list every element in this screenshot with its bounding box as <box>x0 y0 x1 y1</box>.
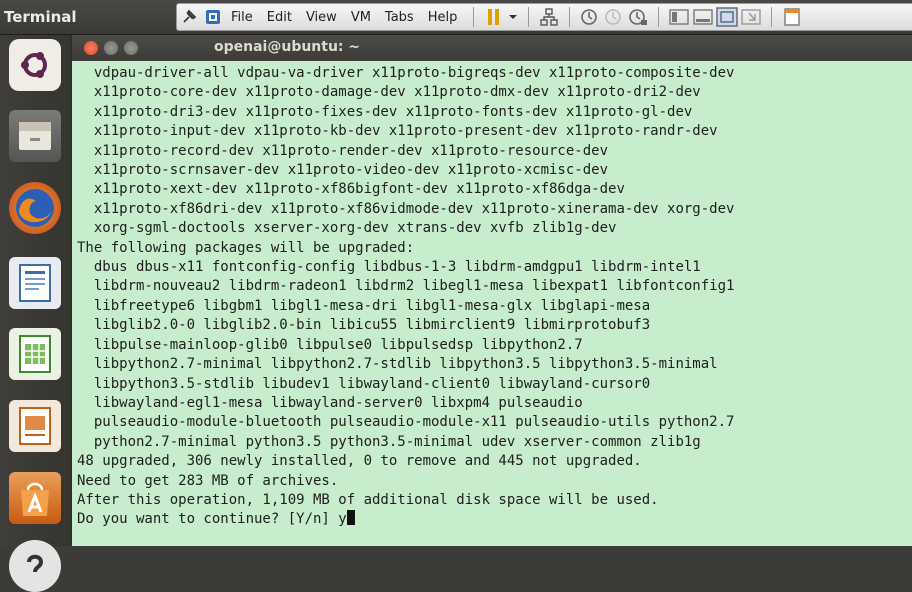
vm-library-icon[interactable] <box>202 6 224 28</box>
fullscreen-icon[interactable] <box>716 6 739 28</box>
terminal-prompt: Do you want to continue? [Y/n] <box>77 511 339 528</box>
toolbar-separator <box>569 7 571 27</box>
terminal-line: 48 upgraded, 306 newly installed, 0 to r… <box>77 453 642 470</box>
terminal-line: x11proto-core-dev x11proto-damage-dev x1… <box>77 84 701 101</box>
help-icon[interactable] <box>9 540 61 592</box>
menu-edit[interactable]: Edit <box>267 10 292 25</box>
console-view-icon[interactable] <box>668 6 690 28</box>
terminal-line: libpython3.5-stdlib libudev1 libwayland-… <box>77 375 651 392</box>
terminal-line: xorg-sgml-doctools xserver-xorg-dev xtra… <box>77 220 617 237</box>
software-center-icon[interactable] <box>9 472 61 524</box>
chevron-down-icon[interactable] <box>507 6 519 28</box>
launcher <box>0 35 72 592</box>
impress-icon[interactable] <box>9 400 61 452</box>
close-icon[interactable] <box>84 41 98 55</box>
toolbar-separator <box>658 7 660 27</box>
terminal-line: libfreetype6 libgbm1 libgl1-mesa-dri lib… <box>77 297 651 314</box>
files-icon[interactable] <box>9 110 61 162</box>
terminal-line: libglib2.0-0 libglib2.0-bin libicu55 lib… <box>77 317 651 334</box>
writer-icon[interactable] <box>9 257 61 309</box>
terminal-line: x11proto-dri3-dev x11proto-fixes-dev x11… <box>77 103 693 120</box>
toolbar-separator <box>771 7 773 27</box>
minimize-icon[interactable] <box>104 41 118 55</box>
terminal-line: dbus dbus-x11 fontconfig-config libdbus-… <box>77 259 701 276</box>
terminal-line: libpulse-mainloop-glib0 libpulse0 libpul… <box>77 336 583 353</box>
terminal-output: vdpau-driver-all vdpau-va-driver x11prot… <box>77 64 734 530</box>
terminal-titlebar[interactable]: openai@ubuntu: ~ <box>72 35 912 61</box>
terminal-input[interactable]: y <box>338 511 346 527</box>
pin-icon[interactable] <box>178 6 200 28</box>
terminal-line: python2.7-minimal python3.5 python3.5-mi… <box>77 433 701 450</box>
window-icon[interactable] <box>781 6 803 28</box>
maximize-icon[interactable] <box>124 41 138 55</box>
toolbar-separator <box>473 7 475 27</box>
terminal-title: openai@ubuntu: ~ <box>214 39 361 55</box>
firefox-icon[interactable] <box>9 182 61 234</box>
top-panel: Terminal File Edit View VM Tabs Help <box>0 0 912 35</box>
thumbnail-view-icon[interactable] <box>692 6 714 28</box>
network-icon[interactable] <box>538 6 560 28</box>
terminal-line: Need to get 283 MB of archives. <box>77 472 339 489</box>
terminal-line: x11proto-scrnsaver-dev x11proto-video-de… <box>77 162 609 179</box>
terminal-line: libdrm-nouveau2 libdrm-radeon1 libdrm2 l… <box>77 278 735 295</box>
pause-icon[interactable] <box>483 6 505 28</box>
menu-tabs[interactable]: Tabs <box>385 10 414 25</box>
terminal-line: After this operation, 1,109 MB of additi… <box>77 491 659 508</box>
terminal-line: x11proto-xf86dri-dev x11proto-xf86vidmod… <box>77 200 735 217</box>
calc-icon[interactable] <box>9 328 61 380</box>
ubuntu-dash-icon[interactable] <box>9 39 61 91</box>
app-title: Terminal <box>4 8 77 26</box>
menu-view[interactable]: View <box>306 10 337 25</box>
terminal-line: pulseaudio-module-bluetooth pulseaudio-m… <box>77 414 735 431</box>
snapshot-manager-icon[interactable] <box>627 6 649 28</box>
terminal-line: x11proto-xext-dev x11proto-xf86bigfont-d… <box>77 181 625 198</box>
terminal-line: x11proto-record-dev x11proto-render-dev … <box>77 142 609 159</box>
menu-vm[interactable]: VM <box>351 10 371 25</box>
toolbar-separator <box>528 7 530 27</box>
menu-file[interactable]: File <box>231 10 253 25</box>
terminal-line: x11proto-input-dev x11proto-kb-dev x11pr… <box>77 123 718 140</box>
terminal-line: vdpau-driver-all vdpau-va-driver x11prot… <box>77 65 735 81</box>
terminal-line: The following packages will be upgraded: <box>77 239 415 256</box>
terminal-cursor <box>346 510 355 526</box>
terminal-line: libpython2.7-minimal libpython2.7-stdlib… <box>77 356 718 373</box>
terminal-body[interactable]: vdpau-driver-all vdpau-va-driver x11prot… <box>72 61 912 546</box>
vm-menubar: File Edit View VM Tabs Help <box>176 3 912 31</box>
snapshot-icon[interactable] <box>579 6 601 28</box>
terminal-line: libwayland-egl1-mesa libwayland-server0 … <box>77 394 583 411</box>
snapshot-revert-icon[interactable] <box>603 6 625 28</box>
unity-view-icon[interactable] <box>740 6 762 28</box>
menu-help[interactable]: Help <box>428 10 458 25</box>
